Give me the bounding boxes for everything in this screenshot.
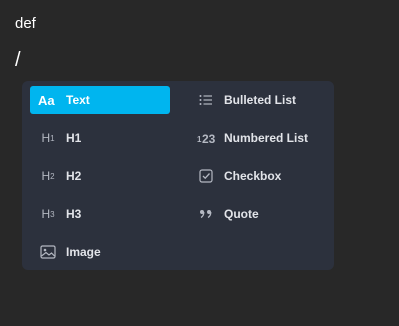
checkbox-icon [196, 166, 216, 186]
menu-item-label: Text [66, 93, 90, 107]
menu-item-quote[interactable]: Quote [188, 200, 326, 228]
slash-command-menu: Aa Text H1 H1 H2 H2 H3 H3 Image Bulleted… [22, 81, 334, 270]
text-aa-icon: Aa [38, 90, 58, 110]
menu-item-h1[interactable]: H1 H1 [30, 124, 170, 152]
heading-3-icon: H3 [41, 207, 55, 221]
bulleted-list-icon [196, 90, 216, 110]
numbered-list-icon: 1 23 [196, 128, 216, 148]
menu-item-label: H3 [66, 207, 82, 221]
menu-item-h3[interactable]: H3 H3 [30, 200, 170, 228]
menu-item-label: H2 [66, 169, 82, 183]
svg-text:23: 23 [202, 132, 215, 145]
heading-1-icon: H1 [41, 131, 55, 145]
menu-item-label: Numbered List [224, 131, 309, 145]
menu-item-numbered-list[interactable]: 1 23 Numbered List [188, 124, 326, 152]
image-icon [38, 242, 58, 262]
menu-item-label: Image [66, 245, 101, 259]
document-text[interactable]: def [15, 15, 36, 32]
menu-item-label: Checkbox [224, 169, 282, 183]
menu-item-h2[interactable]: H2 H2 [30, 162, 170, 190]
menu-item-label: Quote [224, 207, 259, 221]
slash-command-input[interactable]: / [15, 49, 21, 72]
quote-icon [196, 204, 216, 224]
menu-item-label: H1 [66, 131, 82, 145]
svg-text:Aa: Aa [38, 93, 55, 107]
menu-item-text[interactable]: Aa Text [30, 86, 170, 114]
menu-item-checkbox[interactable]: Checkbox [188, 162, 326, 190]
menu-item-bulleted-list[interactable]: Bulleted List [188, 86, 326, 114]
menu-item-image[interactable]: Image [30, 238, 170, 266]
menu-item-label: Bulleted List [224, 93, 297, 107]
heading-2-icon: H2 [41, 169, 55, 183]
